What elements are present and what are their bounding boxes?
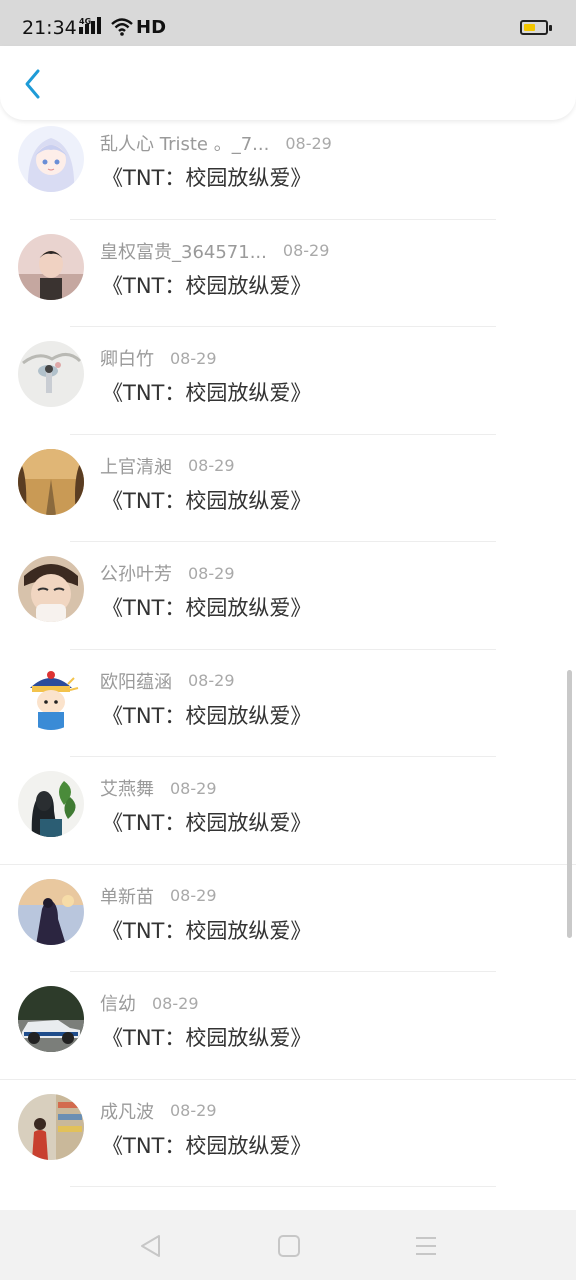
- user-name[interactable]: 乱人心 Triste 。_7...: [100, 130, 269, 156]
- battery-fill: [524, 24, 535, 31]
- list-item[interactable]: 皇权富贵_364571... 08-29 《TNT：校园放纵爱》: [0, 220, 576, 327]
- divider: [70, 1186, 496, 1187]
- navigation-bar: [0, 1210, 576, 1280]
- book-title[interactable]: 《TNT：校园放纵爱》: [102, 485, 311, 515]
- item-meta: 卿白竹 08-29: [100, 345, 217, 371]
- back-button[interactable]: [14, 64, 50, 104]
- item-meta: 乱人心 Triste 。_7... 08-29: [100, 130, 332, 156]
- item-date: 08-29: [285, 133, 332, 153]
- status-time: 21:34: [22, 17, 77, 39]
- item-meta: 信幼 08-29: [100, 990, 199, 1016]
- list-item[interactable]: 欧阳蕴涵 08-29 《TNT：校园放纵爱》: [0, 650, 576, 757]
- nav-menu-button[interactable]: [412, 1232, 440, 1260]
- avatar[interactable]: [18, 986, 84, 1052]
- battery-icon: [520, 20, 548, 35]
- item-date: 08-29: [170, 348, 217, 368]
- book-title[interactable]: 《TNT：校园放纵爱》: [102, 1130, 311, 1160]
- cellular-signal-icon: 4G: [79, 16, 105, 40]
- header: [0, 46, 576, 120]
- nav-back-icon: [141, 1235, 160, 1257]
- list-item[interactable]: 成凡波 08-29 《TNT：校园放纵爱》: [0, 1080, 576, 1187]
- list-item[interactable]: 艾燕舞 08-29 《TNT：校园放纵爱》: [0, 757, 576, 865]
- item-meta: 单新苗 08-29: [100, 883, 217, 909]
- chevron-left-icon: [25, 69, 40, 99]
- avatar[interactable]: [18, 771, 84, 837]
- wifi-icon: [110, 17, 134, 41]
- item-date: 08-29: [170, 886, 217, 905]
- item-meta: 欧阳蕴涵 08-29: [100, 668, 235, 694]
- nav-home-icon: [278, 1235, 300, 1257]
- item-date: 08-29: [188, 456, 235, 475]
- list-item[interactable]: 信幼 08-29 《TNT：校园放纵爱》: [0, 972, 576, 1080]
- item-date: 08-29: [188, 671, 235, 690]
- user-name[interactable]: 欧阳蕴涵: [100, 668, 172, 694]
- avatar[interactable]: [18, 1093, 84, 1160]
- item-date: 08-29: [170, 778, 217, 798]
- user-name[interactable]: 公孙叶芳: [100, 560, 172, 586]
- avatar[interactable]: [18, 126, 84, 192]
- book-title[interactable]: 《TNT：校园放纵爱》: [102, 162, 311, 192]
- list-inner: 乱人心 Triste 。_7... 08-29 《TNT：校园放纵爱》 皇权富贵_36…: [0, 120, 576, 1187]
- item-date: 08-29: [282, 241, 330, 260]
- avatar[interactable]: [18, 556, 84, 622]
- book-title[interactable]: 《TNT：校园放纵爱》: [102, 270, 311, 300]
- item-meta: 公孙叶芳 08-29: [100, 560, 235, 586]
- avatar[interactable]: [18, 878, 84, 945]
- list-item[interactable]: 卿白竹 08-29 《TNT：校园放纵爱》: [0, 327, 576, 435]
- avatar[interactable]: [18, 448, 84, 515]
- book-title[interactable]: 《TNT：校园放纵爱》: [102, 377, 311, 407]
- user-name[interactable]: 信幼: [100, 990, 136, 1016]
- book-title[interactable]: 《TNT：校园放纵爱》: [102, 807, 311, 837]
- book-title[interactable]: 《TNT：校园放纵爱》: [102, 1022, 311, 1052]
- scrollbar[interactable]: [567, 670, 572, 938]
- item-date: 08-29: [152, 993, 199, 1013]
- item-meta: 皇权富贵_364571... 08-29: [100, 238, 329, 264]
- user-name[interactable]: 成凡波: [100, 1098, 154, 1124]
- book-title[interactable]: 《TNT：校园放纵爱》: [102, 700, 311, 730]
- user-name[interactable]: 卿白竹: [100, 345, 154, 371]
- avatar[interactable]: [18, 341, 84, 407]
- book-title[interactable]: 《TNT：校园放纵爱》: [102, 592, 311, 622]
- battery-tip: [549, 25, 552, 31]
- avatar[interactable]: [18, 663, 84, 730]
- user-name[interactable]: 单新苗: [100, 883, 154, 909]
- item-meta: 成凡波 08-29: [100, 1098, 217, 1124]
- item-date: 08-29: [170, 1101, 217, 1120]
- list-item[interactable]: 乱人心 Triste 。_7... 08-29 《TNT：校园放纵爱》: [0, 120, 576, 220]
- user-name[interactable]: 艾燕舞: [100, 775, 154, 801]
- list-item[interactable]: 单新苗 08-29 《TNT：校园放纵爱》: [0, 865, 576, 972]
- list-item[interactable]: 上官清昶 08-29 《TNT：校园放纵爱》: [0, 435, 576, 542]
- item-meta: 艾燕舞 08-29: [100, 775, 217, 801]
- avatar[interactable]: [18, 233, 84, 300]
- list-item[interactable]: 公孙叶芳 08-29 《TNT：校园放纵爱》: [0, 542, 576, 650]
- nav-home-button[interactable]: [275, 1232, 303, 1260]
- nav-menu-icon: [416, 1237, 436, 1255]
- status-bar: 21:34 4G HD: [0, 0, 576, 46]
- book-title[interactable]: 《TNT：校园放纵爱》: [102, 915, 311, 945]
- comment-list[interactable]: 乱人心 Triste 。_7... 08-29 《TNT：校园放纵爱》 皇权富贵_36…: [0, 120, 576, 1210]
- item-date: 08-29: [188, 563, 235, 583]
- user-name[interactable]: 上官清昶: [100, 453, 172, 479]
- user-name[interactable]: 皇权富贵_364571...: [100, 238, 267, 264]
- item-meta: 上官清昶 08-29: [100, 453, 235, 479]
- wifi-hd-label: HD: [136, 17, 167, 38]
- nav-back-button[interactable]: [137, 1232, 165, 1260]
